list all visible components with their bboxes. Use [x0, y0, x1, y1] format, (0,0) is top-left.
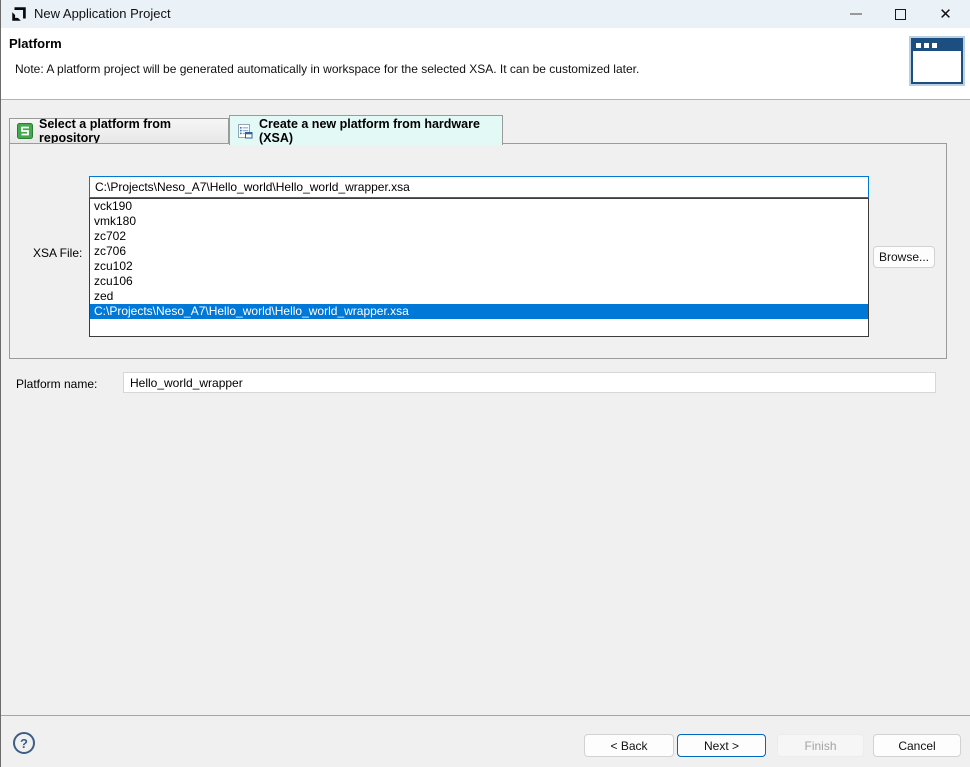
button-bar: ? < Back Next > Finish Cancel: [1, 715, 970, 767]
close-icon: ✕: [939, 7, 952, 22]
maximize-button[interactable]: [878, 0, 923, 28]
window-controls: ✕: [833, 0, 968, 28]
window-title: New Application Project: [34, 0, 171, 28]
amd-logo-icon: [10, 5, 28, 23]
dropdown-item[interactable]: zcu102: [90, 259, 868, 274]
dropdown-item[interactable]: zc706: [90, 244, 868, 259]
xsa-dropdown-list[interactable]: vck190vmk180zc702zc706zcu102zcu106zedC:\…: [89, 198, 869, 337]
next-button[interactable]: Next >: [677, 734, 766, 757]
tab-label: Create a new platform from hardware (XSA…: [259, 117, 502, 145]
minimize-icon: [850, 13, 862, 15]
title-bar: New Application Project ✕: [1, 0, 970, 28]
dropdown-item[interactable]: zcu106: [90, 274, 868, 289]
help-button[interactable]: ?: [13, 732, 35, 754]
platform-name-label: Platform name:: [16, 377, 97, 391]
dropdown-item[interactable]: zc702: [90, 229, 868, 244]
page-title: Platform: [9, 36, 62, 51]
dropdown-item[interactable]: C:\Projects\Neso_A7\Hello_world\Hello_wo…: [90, 304, 868, 319]
finish-button: Finish: [777, 734, 864, 757]
platform-name-input[interactable]: [123, 372, 936, 393]
dropdown-item[interactable]: vck190: [90, 199, 868, 214]
xsa-file-label: XSA File:: [33, 246, 82, 260]
xsa-file-combo[interactable]: [89, 176, 869, 198]
tab-select-platform-repository[interactable]: Select a platform from repository: [9, 118, 229, 144]
tab-label: Select a platform from repository: [39, 117, 228, 145]
tab-create-platform-hardware[interactable]: Create a new platform from hardware (XSA…: [229, 115, 503, 145]
tab-bar: Select a platform from repository Create…: [9, 117, 947, 144]
new-application-project-dialog: New Application Project ✕ Platform Note:…: [0, 0, 970, 767]
cancel-button[interactable]: Cancel: [873, 734, 961, 757]
back-button[interactable]: < Back: [584, 734, 674, 757]
maximize-icon: [895, 9, 906, 20]
browse-button[interactable]: Browse...: [873, 246, 935, 268]
help-icon: ?: [20, 736, 28, 751]
dropdown-item[interactable]: vmk180: [90, 214, 868, 229]
minimize-button[interactable]: [833, 0, 878, 28]
page-note: Note: A platform project will be generat…: [15, 62, 639, 76]
close-button[interactable]: ✕: [923, 0, 968, 28]
wizard-window-icon: [911, 38, 963, 84]
dropdown-item[interactable]: zed: [90, 289, 868, 304]
wizard-banner: Platform Note: A platform project will b…: [1, 28, 970, 100]
hardware-xsa-icon: [237, 123, 253, 139]
repository-platform-icon: [17, 123, 33, 139]
